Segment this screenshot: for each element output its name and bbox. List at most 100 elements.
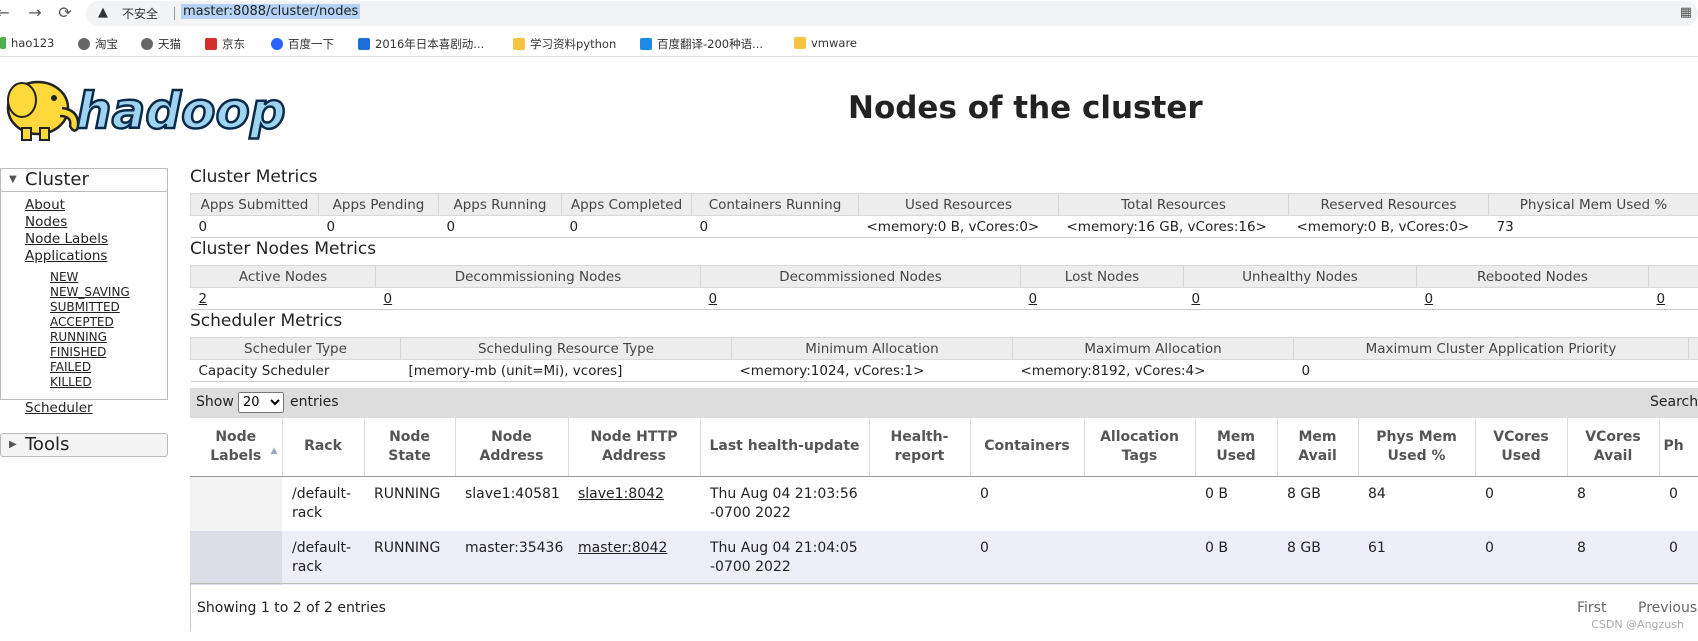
lost-nodes-link[interactable]: 0 xyxy=(1020,287,1184,310)
bookmark-item[interactable]: hao123 xyxy=(0,36,54,50)
nodes-table: Node Labels ▲ Rack Node State Node Addres… xyxy=(190,418,1698,585)
col-phys-truncated[interactable]: Ph xyxy=(1659,418,1698,477)
sidebar-link-about[interactable]: About xyxy=(25,197,65,213)
min-allocation-value: <memory:1024, vCores:1> xyxy=(731,359,1013,382)
col-health-report[interactable]: Health-report xyxy=(869,418,971,477)
watermark: CSDN @Angzush xyxy=(1591,618,1684,631)
overflow-nodes-link[interactable]: 0 xyxy=(1648,287,1698,310)
sidebar-link-running[interactable]: RUNNING xyxy=(50,330,107,344)
elephant-icon: hadoop xyxy=(6,80,287,141)
col-mem-used[interactable]: Mem Used xyxy=(1195,418,1278,477)
header-rebooted-nodes: Rebooted Nodes xyxy=(1416,265,1649,288)
header-containers-running: Containers Running xyxy=(691,193,859,216)
decommissioned-nodes-link[interactable]: 0 xyxy=(700,287,1021,310)
col-last-health-update[interactable]: Last health-update xyxy=(700,418,870,477)
globe-icon xyxy=(141,38,153,50)
bookmark-item[interactable]: 淘宝 xyxy=(78,36,118,52)
address-bar[interactable]: ▲ 不安全 master:8088/cluster/nodes ▦ xyxy=(86,1,1698,26)
url-text[interactable]: master:8088/cluster/nodes xyxy=(181,4,361,19)
sidebar-link-killed[interactable]: KILLED xyxy=(50,375,92,389)
sidebar-link-accepted[interactable]: ACCEPTED xyxy=(50,315,114,329)
node-address-cell: master:35436 xyxy=(455,530,568,585)
col-node-address[interactable]: Node Address xyxy=(455,418,569,477)
col-allocation-tags[interactable]: Allocation Tags xyxy=(1084,418,1196,477)
page-size-select[interactable]: 20 xyxy=(238,392,284,413)
col-containers[interactable]: Containers xyxy=(970,418,1085,477)
header-reserved-resources: Reserved Resources xyxy=(1288,193,1489,216)
header-apps-submitted: Apps Submitted xyxy=(190,193,319,216)
sidebar-link-new[interactable]: NEW xyxy=(50,270,78,284)
first-page-button[interactable]: First xyxy=(1577,600,1606,616)
sidebar-link-finished[interactable]: FINISHED xyxy=(50,345,106,359)
translate-icon xyxy=(640,38,652,50)
table-row: /default-rack RUNNING slave1:40581 slave… xyxy=(190,476,1698,531)
max-priority-value: 0 xyxy=(1293,359,1689,382)
bookmark-item[interactable]: vmware xyxy=(794,36,857,50)
sidebar-link-new-saving[interactable]: NEW_SAVING xyxy=(50,285,130,299)
bookmark-item[interactable]: 百度一下 xyxy=(271,36,334,52)
vcores-used-cell: 0 xyxy=(1475,530,1567,585)
bookmark-item[interactable]: 天猫 xyxy=(141,36,181,52)
mem-used-cell: 0 B xyxy=(1195,530,1277,585)
rebooted-nodes-link[interactable]: 0 xyxy=(1416,287,1649,310)
sidebar-link-failed[interactable]: FAILED xyxy=(50,360,91,374)
sidebar-link-nodes[interactable]: Nodes xyxy=(25,214,67,230)
node-http-address-link[interactable]: master:8042 xyxy=(568,530,700,585)
bookmark-item[interactable]: 学习资料python xyxy=(513,36,616,52)
previous-page-button[interactable]: Previous xyxy=(1638,600,1697,616)
header-unhealthy-nodes: Unhealthy Nodes xyxy=(1183,265,1417,288)
active-nodes-link[interactable]: 2 xyxy=(190,287,376,310)
hao123-icon xyxy=(0,37,6,49)
header-decommissioning-nodes: Decommissioning Nodes xyxy=(375,265,701,288)
col-node-state[interactable]: Node State xyxy=(364,418,456,477)
col-rack[interactable]: Rack xyxy=(282,418,365,477)
header-total-resources: Total Resources xyxy=(1058,193,1289,216)
metric-value: 0 xyxy=(190,215,319,238)
logo-wordmark: hadoop xyxy=(76,82,286,140)
sidebar-link-submitted[interactable]: SUBMITTED xyxy=(50,300,120,314)
node-http-address-link[interactable]: slave1:8042 xyxy=(568,476,700,531)
header-overflow xyxy=(1648,265,1698,288)
col-node-labels[interactable]: Node Labels ▲ xyxy=(190,418,283,477)
sidebar-link-scheduler[interactable]: Scheduler xyxy=(25,400,93,416)
divider xyxy=(174,7,175,20)
phys-truncated-cell: 0 xyxy=(1669,485,1678,502)
reload-icon[interactable]: ⟳ xyxy=(56,4,74,22)
phys-truncated-cell: 0 xyxy=(1659,530,1698,585)
col-node-http-address[interactable]: Node HTTP Address xyxy=(568,418,701,477)
metric-value: 0 xyxy=(691,215,859,238)
bookmark-item[interactable]: 京东 xyxy=(205,36,245,52)
sidebar-link-applications[interactable]: Applications xyxy=(25,248,107,264)
col-vcores-used[interactable]: VCores Used xyxy=(1475,418,1568,477)
scheduler-metrics-table: Scheduler Type Scheduling Resource Type … xyxy=(190,337,1698,382)
bookmark-item[interactable]: 2016年日本喜剧动... xyxy=(358,36,484,52)
col-vcores-avail[interactable]: VCores Avail xyxy=(1567,418,1660,477)
insecure-label: 不安全 xyxy=(122,7,159,21)
col-phys-mem-used[interactable]: Phys Mem Used % xyxy=(1358,418,1476,477)
metric-value: 0 xyxy=(318,215,439,238)
jd-icon xyxy=(205,38,217,50)
forward-arrow-icon[interactable]: → xyxy=(26,4,44,22)
baidu-paw-icon xyxy=(271,38,283,50)
node-labels-cell xyxy=(190,476,282,531)
nodes-metrics-title: Cluster Nodes Metrics xyxy=(190,239,377,259)
back-arrow-icon[interactable]: ← xyxy=(0,4,12,22)
decommissioning-nodes-link[interactable]: 0 xyxy=(375,287,701,310)
header-physical-mem-used: Physical Mem Used % xyxy=(1488,193,1698,216)
node-address-cell: slave1:40581 xyxy=(465,485,560,502)
unhealthy-nodes-link[interactable]: 0 xyxy=(1183,287,1417,310)
qr-icon[interactable]: ▦ xyxy=(1680,5,1692,20)
vcores-avail-cell: 8 xyxy=(1567,530,1659,585)
header-max-app-priority: Maximum Cluster Application Priority xyxy=(1293,337,1689,360)
cluster-metrics-title: Cluster Metrics xyxy=(190,167,318,187)
phys-mem-used-cell: 84 xyxy=(1368,485,1386,502)
cluster-metrics-table: Apps Submitted Apps Pending Apps Running… xyxy=(190,193,1698,238)
header-decommissioned-nodes: Decommissioned Nodes xyxy=(700,265,1021,288)
header-apps-running: Apps Running xyxy=(438,193,562,216)
sidebar-link-node-labels[interactable]: Node Labels xyxy=(25,231,108,247)
node-labels-cell xyxy=(190,530,282,585)
bookmark-item[interactable]: 百度翻译-200种语... xyxy=(640,36,763,52)
metric-value: 0 xyxy=(438,215,562,238)
tools-menu-header[interactable]: ▶ Tools xyxy=(0,433,168,457)
col-mem-avail[interactable]: Mem Avail xyxy=(1277,418,1359,477)
